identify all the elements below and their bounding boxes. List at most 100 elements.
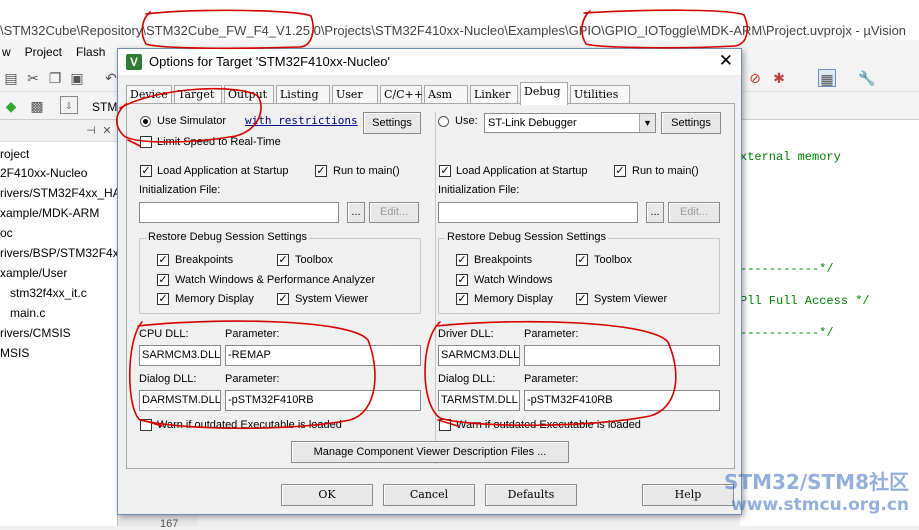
manage-component-viewer-button[interactable]: Manage Component Viewer Description File… [291,441,569,463]
target-select-label[interactable]: STM [92,100,117,114]
right-restore-breakpoints-label: Breakpoints [474,254,533,266]
tree-item[interactable]: rivers/STM32F4xx_HA [0,186,121,200]
warn-outdated-checkbox[interactable] [140,419,152,431]
right-restore-memory-checkbox[interactable]: ✓ [456,293,468,305]
cancel-button[interactable]: Cancel [383,484,475,506]
init-file-label: Initialization File: [139,184,221,196]
tree-item[interactable]: xample/User [0,266,67,280]
right-load-app-label: Load Application at Startup [456,165,588,177]
debugger-select[interactable]: ST-Link Debugger ▼ [484,113,656,133]
tab-c-cpp[interactable]: C/C++ [380,85,423,104]
run-to-main-checkbox[interactable]: ✓ [315,165,327,177]
tab-linker[interactable]: Linker [470,85,518,104]
right-init-file-input[interactable] [438,202,638,223]
dialog-title: Options for Target 'STM32F410xx-Nucleo' [149,54,390,69]
close-icon[interactable]: ✕ [719,51,733,71]
debug-icon[interactable]: ⊘ [746,69,764,87]
code-line: Pll Full Access */ [740,294,870,308]
restore-breakpoints-label: Breakpoints [175,254,234,266]
ok-button[interactable]: OK [281,484,373,506]
right-restore-sysview-checkbox[interactable]: ✓ [576,293,588,305]
use-debugger-radio[interactable] [438,116,449,127]
restore-toolbox-checkbox[interactable]: ✓ [277,254,289,266]
tab-listing[interactable]: Listing [276,85,330,104]
wrench-icon[interactable]: 🔧 [858,69,876,87]
dialog-param-label: Parameter: [225,373,280,385]
new-file-icon[interactable]: ▤ [2,69,20,87]
restore-watch-checkbox[interactable]: ✓ [157,274,169,286]
right-warn-outdated-checkbox[interactable] [439,419,451,431]
right-dialog-dll-input[interactable]: TARMSTM.DLL [438,390,520,411]
restore-breakpoints-checkbox[interactable]: ✓ [157,254,169,266]
tab-strip: Device Target Output Listing User C/C++ … [126,82,736,105]
defaults-button[interactable]: Defaults [485,484,577,506]
tree-item[interactable]: rivers/BSP/STM32F4x [0,246,119,260]
right-init-file-edit-button[interactable]: Edit... [668,202,720,223]
right-warn-outdated-label: Warn if outdated Executable is loaded [456,419,641,431]
menu-item-window[interactable]: w [2,45,11,59]
right-restore-memory-label: Memory Display [474,293,553,305]
right-run-to-main-checkbox[interactable]: ✓ [614,165,626,177]
tree-item[interactable]: rivers/CMSIS [0,326,71,340]
right-restore-watch-checkbox[interactable]: ✓ [456,274,468,286]
init-file-edit-button[interactable]: Edit... [369,202,419,223]
close-panel-icon[interactable]: ✕ [98,122,116,140]
right-init-file-browse-button[interactable]: ... [646,202,664,223]
rebuild-icon[interactable]: ▩ [28,97,46,115]
tree-item[interactable]: MSIS [0,346,29,360]
load-app-checkbox[interactable]: ✓ [140,165,152,177]
load-icon[interactable]: ⇩ [60,96,78,114]
init-file-input[interactable] [139,202,339,223]
restore-sysview-checkbox[interactable]: ✓ [277,293,289,305]
tab-asm[interactable]: Asm [424,85,468,104]
right-restore-breakpoints-checkbox[interactable]: ✓ [456,254,468,266]
restore-memory-checkbox[interactable]: ✓ [157,293,169,305]
window-layout-icon[interactable]: ▦ [818,69,836,87]
dialog-param-input[interactable]: -pSTM32F410RB [225,390,421,411]
cpu-param-input[interactable]: -REMAP [225,345,421,366]
paste-icon[interactable]: ▣ [68,69,86,87]
build-icon[interactable]: ◆ [2,97,20,115]
use-debugger-label: Use: [455,115,478,127]
restore-group-label: Restore Debug Session Settings [146,231,309,243]
simulator-settings-button[interactable]: Settings [363,112,421,134]
tab-user[interactable]: User [332,85,378,104]
driver-param-input[interactable] [524,345,720,366]
dialog-dll-input[interactable]: DARMSTM.DLL [139,390,221,411]
tree-item[interactable]: 2F410xx-Nucleo [0,166,87,180]
use-simulator-radio[interactable] [140,116,151,127]
right-load-app-checkbox[interactable]: ✓ [439,165,451,177]
right-restore-settings-group: Restore Debug Session Settings ✓ Breakpo… [438,231,720,314]
settings-tools-icon[interactable]: ✱ [770,69,788,87]
right-init-file-label: Initialization File: [438,184,520,196]
limit-speed-checkbox[interactable] [140,136,152,148]
copy-icon[interactable]: ❐ [46,69,64,87]
right-restore-toolbox-checkbox[interactable]: ✓ [576,254,588,266]
tab-device[interactable]: Device [126,85,172,104]
menu-item-project[interactable]: Project [25,45,62,59]
tree-item[interactable]: xample/MDK-ARM [0,206,99,220]
cpu-dll-input[interactable]: SARMCM3.DLL [139,345,221,366]
right-restore-sysview-label: System Viewer [594,293,668,305]
cut-icon[interactable]: ✂ [24,69,42,87]
tab-target[interactable]: Target [174,85,222,104]
tab-debug[interactable]: Debug [520,82,568,105]
tree-item-file[interactable]: stm32f4xx_it.c [10,286,87,300]
right-dialog-param-input[interactable]: -pSTM32F410RB [524,390,720,411]
tree-item[interactable]: oc [0,226,13,240]
tree-item[interactable]: roject [0,147,29,161]
menu-item-flash[interactable]: Flash [76,45,105,59]
tab-output[interactable]: Output [224,85,274,104]
help-button[interactable]: Help [642,484,734,506]
options-dialog: V Options for Target 'STM32F410xx-Nucleo… [117,48,742,515]
watermark-line-1: STM32/STM8社区 [724,470,909,494]
restrictions-link[interactable]: with restrictions [245,114,358,127]
line-number: 167 [160,518,179,530]
tab-utilities[interactable]: Utilities [570,85,630,104]
tree-item-file[interactable]: main.c [10,306,45,320]
cpu-param-label: Parameter: [225,328,280,340]
driver-dll-input[interactable]: SARMCM3.DLL [438,345,520,366]
cpu-dll-label: CPU DLL: [139,328,189,340]
debugger-settings-button[interactable]: Settings [661,112,721,134]
init-file-browse-button[interactable]: ... [347,202,365,223]
